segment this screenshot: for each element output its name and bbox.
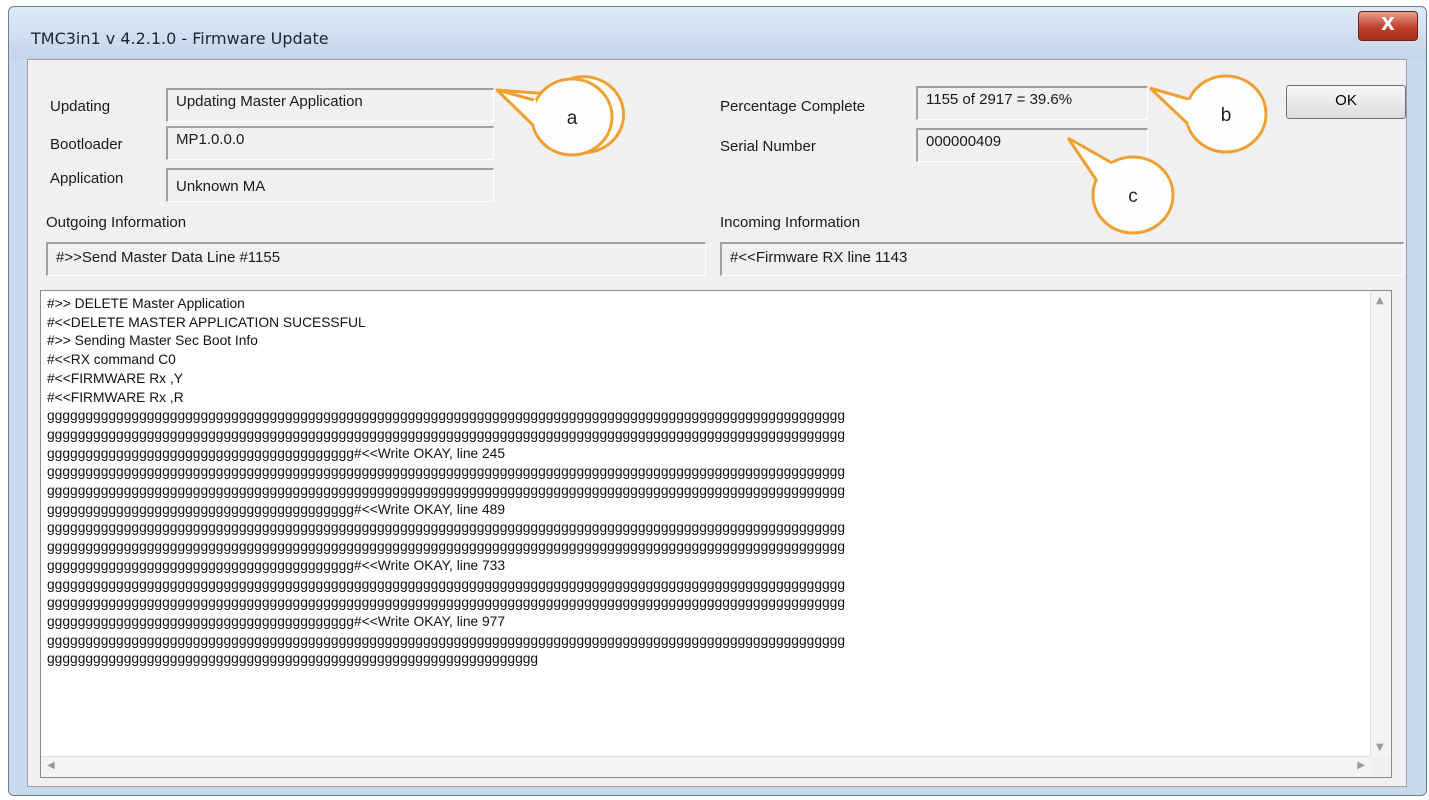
log-line: #>> Sending Master Sec Boot Info [47,333,258,349]
log-line: #<<FIRMWARE Rx ,R [47,389,184,405]
scroll-left-icon[interactable]: ◀ [47,760,55,771]
application-field: Unknown MA [166,168,494,202]
percentage-label: Percentage Complete [720,98,866,115]
serial-number-field: 000000409 [916,128,1148,162]
horizontal-scrollbar[interactable]: ◀ ▶ [41,756,1371,777]
log-line: gggggggggggggggggggggggggggggggggggggggg… [47,426,846,442]
log-line: gggggggggggggggggggggggggggggggggggggggg… [47,520,846,536]
window-title: TMC3in1 v 4.2.1.0 - Firmware Update [31,29,329,48]
percentage-field: 1155 of 2917 = 39.6% [916,86,1148,120]
bootloader-label: Bootloader [50,136,123,153]
log-line: gggggggggggggggggggggggggggggggggggggggg… [47,651,539,667]
firmware-update-window: TMC3in1 v 4.2.1.0 - Firmware Update X Up… [8,6,1427,796]
outgoing-information-label: Outgoing Information [46,214,187,231]
log-line: #<<DELETE MASTER APPLICATION SUCESSFUL [47,314,366,330]
title-bar[interactable]: TMC3in1 v 4.2.1.0 - Firmware Update X [9,7,1426,59]
log-line: gggggggggggggggggggggggggggggggggggggggg… [47,576,846,592]
log-line: #<<FIRMWARE Rx ,Y [47,370,183,386]
scroll-right-icon[interactable]: ▶ [1357,760,1365,771]
log-line: gggggggggggggggggggggggggggggggggggggggg… [47,613,506,629]
scroll-down-icon[interactable]: ▼ [1376,742,1384,753]
log-line: gggggggggggggggggggggggggggggggggggggggg… [47,557,506,573]
application-label: Application [50,170,124,187]
ok-button[interactable]: OK [1286,85,1406,119]
log-line: gggggggggggggggggggggggggggggggggggggggg… [47,632,846,648]
incoming-information-field: #<<Firmware RX line 1143 [720,242,1404,276]
log-text-area[interactable]: #>> DELETE Master Application #<<DELETE M… [40,290,1392,778]
log-line: gggggggggggggggggggggggggggggggggggggggg… [47,595,846,611]
log-line: gggggggggggggggggggggggggggggggggggggggg… [47,483,846,499]
log-line: gggggggggggggggggggggggggggggggggggggggg… [47,539,846,555]
bootloader-field: MP1.0.0.0 [166,126,494,160]
log-line: gggggggggggggggggggggggggggggggggggggggg… [47,501,506,517]
close-button[interactable]: X [1358,11,1418,41]
log-line: gggggggggggggggggggggggggggggggggggggggg… [47,445,506,461]
serial-number-label: Serial Number [720,138,816,155]
log-line: #>> DELETE Master Application [47,296,245,311]
close-icon: X [1381,14,1395,35]
updating-label: Updating [50,98,111,115]
vertical-scrollbar[interactable]: ▲ ▼ [1370,291,1391,757]
log-line: gggggggggggggggggggggggggggggggggggggggg… [47,464,846,480]
log-line: #<<RX command C0 [47,352,176,368]
log-line: gggggggggggggggggggggggggggggggggggggggg… [47,408,846,424]
log-lines: #>> DELETE Master Application #<<DELETE M… [47,295,1347,735]
dialog-client-area: Updating Updating Master Application Boo… [27,59,1407,787]
incoming-information-label: Incoming Information [720,214,861,231]
scroll-up-icon[interactable]: ▲ [1376,295,1384,306]
scrollbar-corner [1371,757,1391,777]
updating-field: Updating Master Application [166,88,494,122]
outgoing-information-field: #>>Send Master Data Line #1155 [46,242,706,276]
